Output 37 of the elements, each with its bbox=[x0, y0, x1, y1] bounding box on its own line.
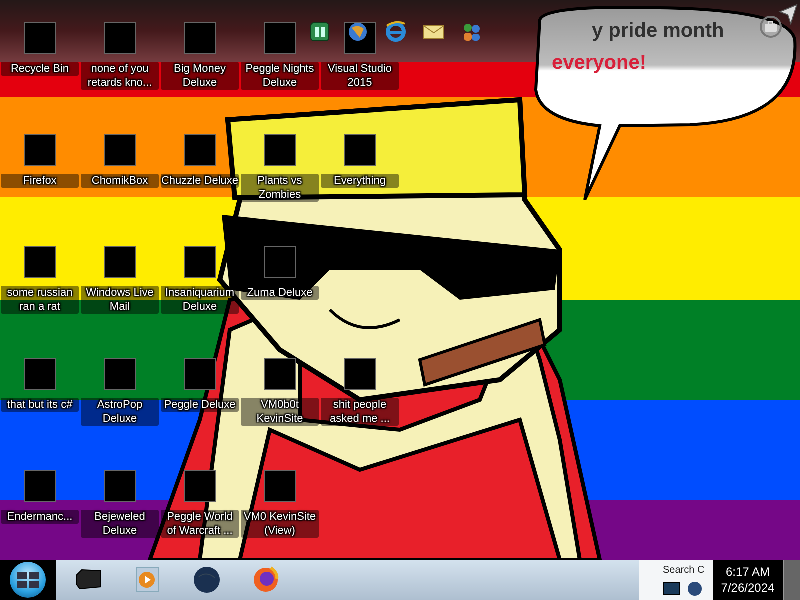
icon-label[interactable]: Bejeweled Deluxe bbox=[81, 510, 159, 538]
globe-icon[interactable] bbox=[687, 581, 703, 597]
icon-label[interactable]: Recycle Bin bbox=[1, 62, 79, 76]
bubble-text: everyone! bbox=[552, 51, 648, 76]
tray-search-text: Search C bbox=[663, 564, 705, 576]
firefox-icon[interactable] bbox=[251, 565, 281, 595]
cube-icon[interactable] bbox=[308, 20, 332, 44]
start-button[interactable] bbox=[10, 562, 46, 598]
icon-label[interactable]: AstroPop Deluxe bbox=[81, 398, 159, 426]
monitor-icon[interactable] bbox=[663, 582, 681, 596]
icon-label[interactable]: Plants vs Zombies bbox=[241, 174, 319, 202]
show-desktop-button[interactable] bbox=[783, 560, 800, 600]
window-panes-icon bbox=[15, 569, 41, 591]
icon-label[interactable]: some russian ran a rat bbox=[1, 286, 79, 314]
icon-label[interactable]: VM0 KevinSite (View) bbox=[241, 510, 319, 538]
icon-label[interactable]: Endermanc... bbox=[1, 510, 79, 524]
icon-label[interactable]: shit people asked me ... bbox=[321, 398, 399, 426]
icon-label[interactable]: Peggle Deluxe bbox=[161, 398, 239, 412]
icon-label[interactable]: Insaniquarium Deluxe bbox=[161, 286, 239, 314]
globe-icon[interactable] bbox=[192, 565, 222, 595]
icon-label[interactable]: Everything bbox=[321, 174, 399, 188]
icon-label[interactable]: Chuzzle Deluxe bbox=[161, 174, 239, 188]
icon-label[interactable]: Visual Studio 2015 bbox=[321, 62, 399, 90]
browser-icon[interactable] bbox=[384, 20, 408, 44]
icon-label[interactable]: none of you retards kno... bbox=[81, 62, 159, 90]
icon-label[interactable]: Big Money Deluxe bbox=[161, 62, 239, 90]
icon-label[interactable]: Zuma Deluxe bbox=[241, 286, 319, 300]
clock[interactable]: 6:17 AM 7/26/2024 bbox=[713, 560, 783, 600]
icon-label[interactable]: Firefox bbox=[1, 174, 79, 188]
pointer-icon bbox=[778, 4, 798, 26]
icon-label[interactable]: ChomikBox bbox=[81, 174, 159, 188]
globe-icon[interactable] bbox=[346, 20, 370, 44]
briefcase-icon[interactable] bbox=[760, 16, 782, 38]
icon-label[interactable]: Windows Live Mail bbox=[81, 286, 159, 314]
icon-label[interactable]: that but its c# bbox=[1, 398, 79, 412]
bubble-text: y pride month bbox=[592, 19, 724, 44]
icon-label[interactable]: Peggle Nights Deluxe bbox=[241, 62, 319, 90]
